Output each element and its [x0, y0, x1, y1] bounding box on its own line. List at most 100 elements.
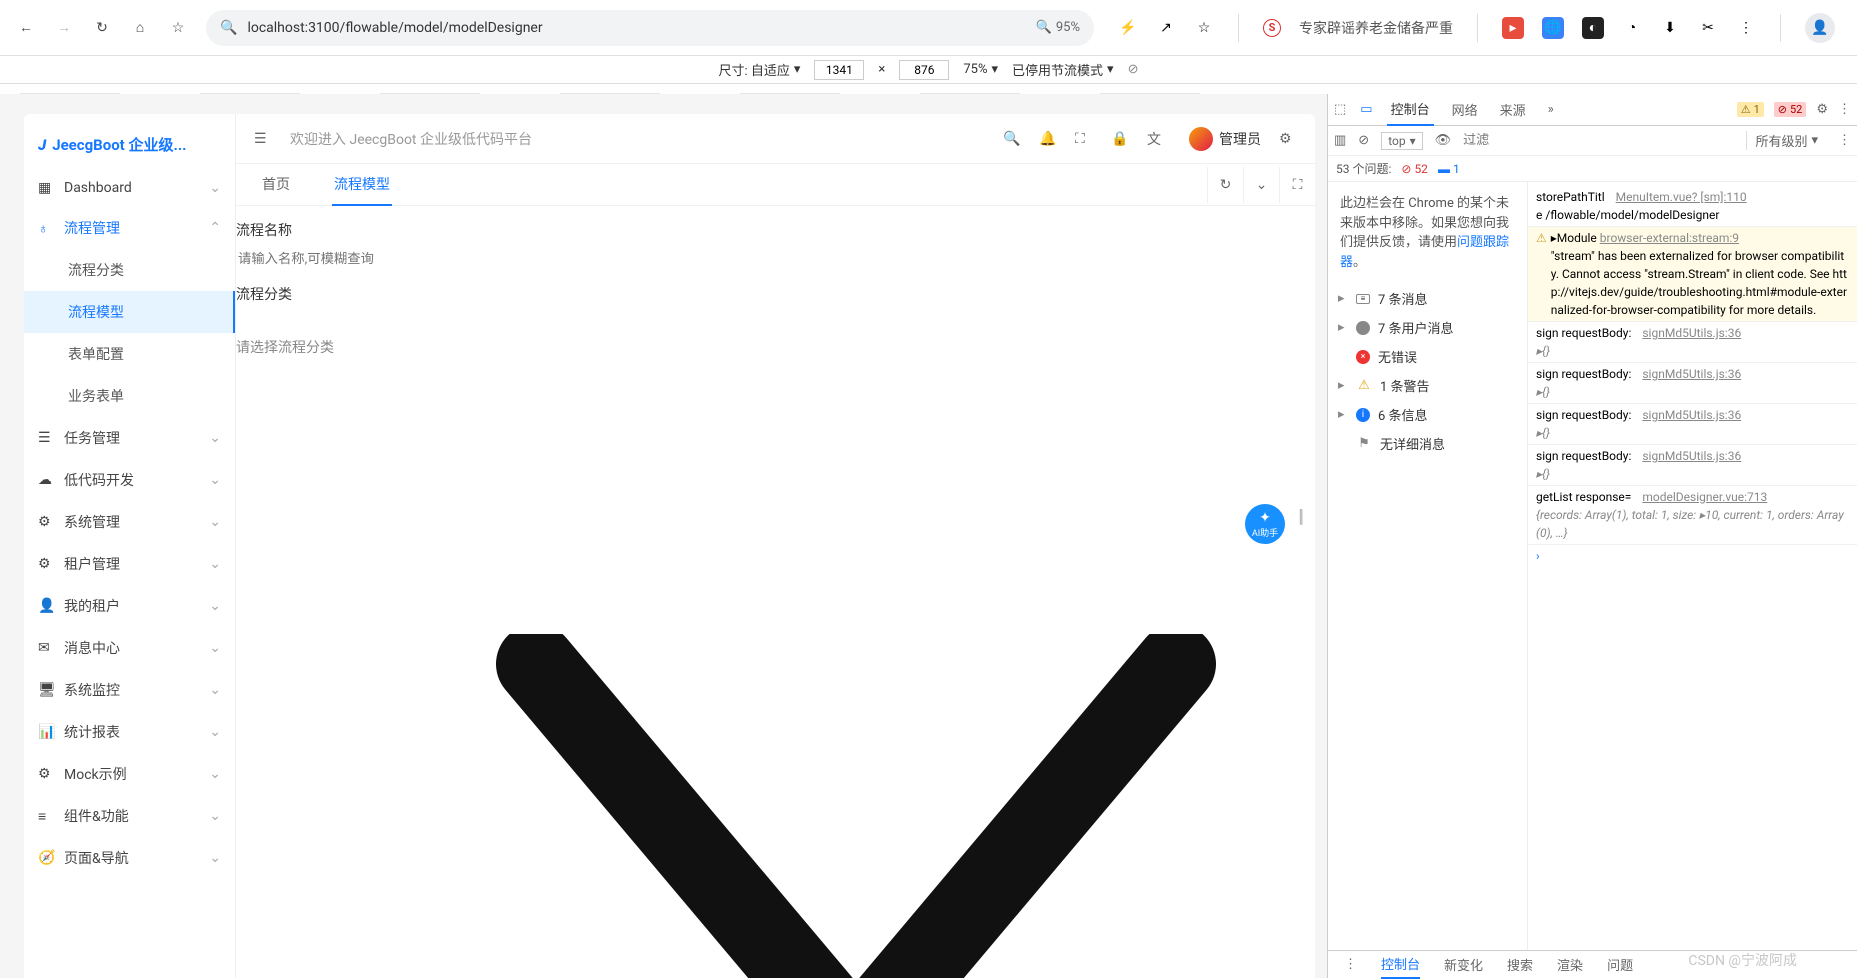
forward-icon[interactable]: → — [54, 18, 74, 38]
menu-dashboard[interactable]: ▦ Dashboard ⌄ — [24, 169, 235, 207]
profile-avatar-icon[interactable]: 👤 — [1805, 13, 1835, 43]
tab-home[interactable]: 首页 — [260, 164, 292, 206]
user-menu[interactable]: 管理员 — [1189, 127, 1261, 151]
ext-red-icon[interactable]: ▸ — [1502, 17, 1524, 39]
console-prompt[interactable]: › — [1528, 545, 1857, 567]
device-zoom-select[interactable]: 75% ▾ — [963, 62, 998, 77]
flow-name-input[interactable] — [236, 244, 456, 274]
device-height-input[interactable] — [899, 60, 949, 80]
sidebar-row-messages[interactable]: ▸≡7 条消息 — [1332, 284, 1523, 313]
log-source-link[interactable]: signMd5Utils.js:36 — [1642, 367, 1741, 381]
inspect-icon[interactable]: ⬚ — [1334, 102, 1346, 117]
log-source-link[interactable]: modelDesigner.vue:713 — [1642, 490, 1767, 504]
devtools-tab-console[interactable]: 控制台 — [1387, 94, 1434, 126]
clear-icon[interactable]: ⊘ — [1358, 133, 1369, 148]
log-source-link[interactable]: signMd5Utils.js:36 — [1642, 326, 1741, 340]
submenu-form-config[interactable]: 表单配置 — [24, 333, 235, 375]
bell-icon[interactable]: 🔔 — [1039, 131, 1057, 147]
menu-mytenant[interactable]: 👤我的租户⌄ — [24, 585, 235, 627]
sidebar-logo[interactable]: J JeecgBoot 企业级... — [24, 124, 235, 169]
menu-report[interactable]: 📊统计报表⌄ — [24, 711, 235, 753]
tabs-refresh-icon[interactable]: ↻ — [1207, 167, 1243, 203]
log-source-link[interactable]: signMd5Utils.js:36 — [1642, 449, 1741, 463]
menu-system[interactable]: ⚙系统管理⌄ — [24, 501, 235, 543]
device-throttle-select[interactable]: 已停用节流模式 ▾ — [1012, 60, 1114, 79]
search-icon[interactable]: 🔍 — [1003, 131, 1021, 147]
menu-monitor[interactable]: 🖥系统监控⌄ — [24, 669, 235, 711]
devtools-error-count[interactable]: ⊘ 52 — [1774, 102, 1807, 117]
flow-category-select[interactable]: 请选择流程分类 — [236, 332, 456, 362]
sidebar-row-info[interactable]: ▸i6 条信息 — [1332, 400, 1523, 429]
zoom-badge[interactable]: 🔍95% — [1036, 20, 1080, 35]
log-source-link[interactable]: signMd5Utils.js:36 — [1642, 408, 1741, 422]
download-icon[interactable]: ⬇ — [1660, 18, 1680, 38]
drag-handle-icon[interactable]: || — [1298, 506, 1301, 527]
reload-icon[interactable]: ↻ — [92, 18, 112, 38]
log-row[interactable]: sign requestBody: signMd5Utils.js:36▸{} — [1528, 322, 1857, 363]
log-row[interactable]: sign requestBody: signMd5Utils.js:36▸{} — [1528, 445, 1857, 486]
device-size-select[interactable]: 尺寸: 自适应 ▾ — [719, 60, 801, 79]
dashboard-icon[interactable]: ◔ — [1622, 18, 1642, 38]
sidebar-row-verbose[interactable]: ⚑无详细消息 — [1332, 429, 1523, 458]
log-row[interactable]: storePathTitl MenuItem.vue? [sm]:110e /f… — [1528, 186, 1857, 227]
drawer-tab-search[interactable]: 搜索 — [1507, 955, 1533, 974]
ext-dark-icon[interactable]: ◐ — [1582, 17, 1604, 39]
device-width-input[interactable] — [814, 60, 864, 80]
menu-tenant[interactable]: ⚙租户管理⌄ — [24, 543, 235, 585]
star-icon[interactable]: ☆ — [168, 18, 188, 38]
sidebar-toggle-icon[interactable]: ▥ — [1334, 133, 1346, 148]
fullscreen-icon[interactable]: ⛶ — [1075, 131, 1093, 147]
menu-task[interactable]: ☰任务管理⌄ — [24, 417, 235, 459]
share-icon[interactable]: ↗ — [1156, 18, 1176, 38]
menu-pages[interactable]: 🧭页面&导航⌄ — [24, 837, 235, 879]
sidebar-row-user[interactable]: ▸7 条用户消息 — [1332, 313, 1523, 342]
menu-lowcode[interactable]: ☁低代码开发⌄ — [24, 459, 235, 501]
log-source-link[interactable]: MenuItem.vue? [sm]:110 — [1616, 190, 1747, 204]
tab-flow-model[interactable]: 流程模型 — [332, 164, 392, 206]
news-badge-icon[interactable]: S — [1263, 19, 1281, 37]
menu-mock[interactable]: ⚙Mock示例⌄ — [24, 753, 235, 795]
submenu-flow-category[interactable]: 流程分类 — [24, 249, 235, 291]
ai-assistant-button[interactable]: ✦ AI助手 — [1245, 504, 1285, 544]
devtools-tab-sources[interactable]: 来源 — [1496, 94, 1530, 126]
menu-toggle-icon[interactable]: ☰ — [254, 131, 272, 147]
bolt-icon[interactable]: ⚡ — [1118, 18, 1138, 38]
issues-bar[interactable]: 53 个问题: ⊘ 52 ▬ 1 — [1328, 156, 1857, 182]
drawer-tab-whatsnew[interactable]: 新变化 — [1444, 955, 1483, 974]
log-level-select[interactable]: 所有级别 ▾ — [1746, 131, 1826, 150]
scissors-icon[interactable]: ✂ — [1698, 18, 1718, 38]
sidebar-row-warnings[interactable]: ▸⚠1 条警告 — [1332, 371, 1523, 400]
drawer-menu-icon[interactable]: ⋮ — [1344, 957, 1357, 972]
devtools-menu-icon[interactable]: ⋮ — [1838, 102, 1851, 117]
tabs-expand-icon[interactable]: ⛶ — [1279, 167, 1315, 203]
back-icon[interactable]: ← — [16, 18, 36, 38]
tabs-dropdown-icon[interactable]: ⌄ — [1243, 167, 1279, 203]
address-bar[interactable]: 🔍 localhost:3100/flowable/model/modelDes… — [206, 10, 1094, 46]
home-icon[interactable]: ⌂ — [130, 18, 150, 38]
language-icon[interactable]: 文 — [1147, 129, 1165, 149]
live-expr-icon[interactable]: 👁 — [1435, 133, 1452, 148]
devtools-tab-more[interactable]: » — [1544, 94, 1558, 126]
drawer-tab-issues[interactable]: 问题 — [1607, 955, 1633, 974]
context-select[interactable]: top ▾ — [1381, 132, 1422, 150]
submenu-flow-model[interactable]: 流程模型 — [24, 291, 235, 333]
drawer-tab-console[interactable]: 控制台 — [1381, 950, 1420, 979]
console-filter-input[interactable] — [1463, 133, 1734, 148]
console-settings-icon[interactable]: ⋮ — [1838, 133, 1851, 148]
submenu-business-form[interactable]: 业务表单 — [24, 375, 235, 417]
bookmark-star-icon[interactable]: ☆ — [1194, 18, 1214, 38]
log-row[interactable]: sign requestBody: signMd5Utils.js:36▸{} — [1528, 404, 1857, 445]
log-row-warning[interactable]: ⚠ ▸Module browser-external:stream:9"stre… — [1528, 227, 1857, 322]
menu-flow-management[interactable]: ♁ 流程管理 ⌃ — [24, 207, 235, 249]
devtools-tab-network[interactable]: 网络 — [1448, 94, 1482, 126]
console-log-area[interactable]: storePathTitl MenuItem.vue? [sm]:110e /f… — [1528, 182, 1857, 950]
log-source-link[interactable]: browser-external:stream:9 — [1600, 231, 1739, 245]
settings-icon[interactable]: ⚙ — [1279, 131, 1297, 147]
log-row[interactable]: getList response= modelDesigner.vue:713{… — [1528, 486, 1857, 545]
drawer-tab-rendering[interactable]: 渲染 — [1557, 955, 1583, 974]
devtools-warn-count[interactable]: ⚠ 1 — [1737, 102, 1764, 117]
sidebar-row-errors[interactable]: ×无错误 — [1332, 342, 1523, 371]
menu-message[interactable]: ✉消息中心⌄ — [24, 627, 235, 669]
lock-icon[interactable]: 🔒 — [1111, 131, 1129, 147]
log-row[interactable]: sign requestBody: signMd5Utils.js:36▸{} — [1528, 363, 1857, 404]
